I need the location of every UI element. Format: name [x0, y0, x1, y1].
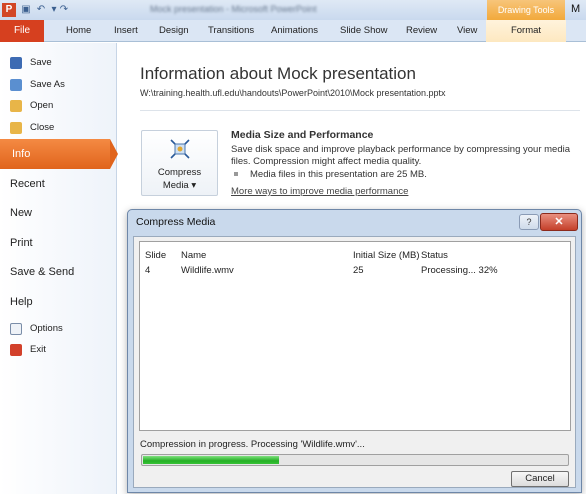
backstage-close-label: Close: [30, 122, 55, 133]
column-header-initial-size[interactable]: Initial Size (MB): [353, 250, 420, 261]
tab-review[interactable]: Review: [406, 20, 437, 42]
save-icon: [10, 57, 22, 69]
tab-insert[interactable]: Insert: [114, 20, 138, 42]
tab-transitions[interactable]: Transitions: [208, 20, 254, 42]
backstage-info[interactable]: Info: [0, 139, 110, 169]
save-as-icon: [10, 79, 22, 91]
undo-icon[interactable]: ↶: [35, 4, 47, 16]
title-right-text: M: [571, 3, 581, 15]
tab-design[interactable]: Design: [159, 20, 189, 42]
page-title: Information about Mock presentation: [140, 64, 416, 83]
backstage-save-send[interactable]: Save & Send: [10, 266, 74, 278]
backstage-recent[interactable]: Recent: [10, 178, 45, 190]
row-status[interactable]: Processing... 32%: [421, 265, 498, 276]
folder-close-icon: [10, 122, 22, 134]
compress-button-label-1: Compress: [157, 167, 202, 178]
exit-icon: [10, 344, 22, 356]
compress-media-button[interactable]: Compress Media ▾: [141, 130, 218, 196]
tab-animations[interactable]: Animations: [271, 20, 318, 42]
backstage-save-as-label: Save As: [30, 79, 65, 90]
folder-open-icon: [10, 100, 22, 112]
backstage-exit-label: Exit: [30, 344, 46, 355]
cancel-button[interactable]: Cancel: [511, 471, 569, 487]
backstage-open-label: Open: [30, 100, 54, 111]
media-list[interactable]: Slide Name Initial Size (MB) Status 4 Wi…: [139, 241, 571, 431]
compression-status: Compression in progress. Processing 'Wil…: [140, 439, 365, 450]
tab-file[interactable]: File: [0, 20, 44, 42]
progress-fill: [143, 456, 279, 464]
progress-bar: [141, 454, 569, 466]
save-icon[interactable]: ▣: [20, 4, 32, 16]
column-header-slide[interactable]: Slide: [145, 250, 166, 261]
redo-icon[interactable]: ↷: [58, 4, 70, 16]
tab-format[interactable]: Format: [486, 20, 566, 42]
title-bar: P ▣ ↶ ▾ ↷ Mock presentation - Microsoft …: [0, 0, 586, 20]
backstage-print[interactable]: Print: [10, 237, 33, 249]
drawing-tools-context-label: Drawing Tools: [487, 0, 565, 20]
file-path: W:\training.health.ufl.edu\handouts\Powe…: [140, 88, 446, 98]
dialog-body: Slide Name Initial Size (MB) Status 4 Wi…: [133, 236, 576, 488]
section-description: Save disk space and improve playback per…: [231, 144, 570, 167]
backstage-new[interactable]: New: [10, 207, 32, 219]
backstage-navigation: Save Save As Open Close Info Recent New …: [0, 43, 118, 494]
column-header-status[interactable]: Status: [421, 250, 448, 261]
tab-view[interactable]: View: [457, 20, 477, 42]
backstage-help[interactable]: Help: [10, 296, 33, 308]
tab-slide-show[interactable]: Slide Show: [340, 20, 388, 42]
help-button[interactable]: ?: [519, 214, 539, 230]
media-size-text: Media files in this presentation are 25 …: [250, 169, 427, 180]
divider: [140, 110, 580, 111]
column-header-name[interactable]: Name: [181, 250, 206, 261]
dialog-title: Compress Media: [136, 216, 216, 228]
close-button[interactable]: ✕: [540, 213, 578, 231]
more-ways-link[interactable]: More ways to improve media performance: [231, 186, 408, 197]
backstage-save-label: Save: [30, 57, 52, 68]
ribbon-tab-bar: File Home Insert Design Transitions Anim…: [0, 20, 586, 42]
row-slide[interactable]: 4: [145, 265, 150, 276]
active-pointer-arrow: [110, 139, 118, 169]
backstage-options-label: Options: [30, 323, 63, 334]
options-icon: [10, 323, 22, 335]
compress-media-dialog: Compress Media ? ✕ Slide Name Initial Si…: [127, 209, 582, 493]
media-size-bullet: Media files in this presentation are 25 …: [234, 169, 427, 180]
powerpoint-app-icon[interactable]: P: [2, 3, 16, 17]
tab-home[interactable]: Home: [66, 20, 91, 42]
row-size[interactable]: 25: [353, 265, 364, 276]
compress-media-icon: [170, 139, 190, 159]
bullet-icon: [234, 172, 238, 177]
row-name[interactable]: Wildlife.wmv: [181, 265, 234, 276]
compress-button-label-2: Media ▾: [162, 180, 197, 191]
window-title: Mock presentation - Microsoft PowerPoint: [150, 4, 317, 14]
section-heading: Media Size and Performance: [231, 129, 374, 141]
